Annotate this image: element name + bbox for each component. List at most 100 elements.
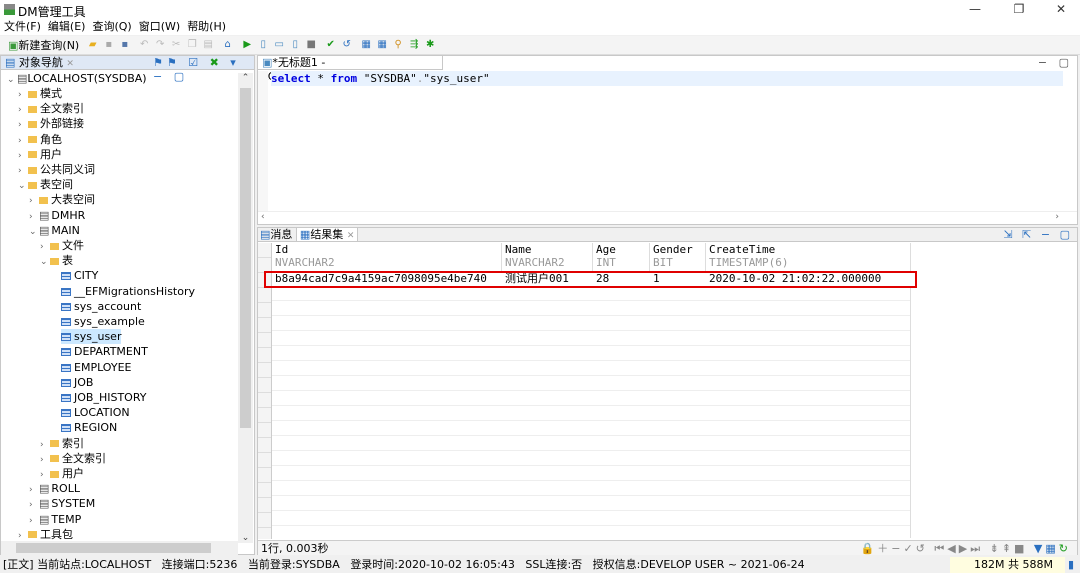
debug-icon[interactable]: ⇶ — [408, 39, 420, 51]
save-all-icon[interactable]: ▪ — [119, 39, 131, 51]
menu-help[interactable]: 帮助(H) — [187, 19, 226, 35]
tree-item[interactable]: › 索引 — [40, 436, 84, 451]
tree-item[interactable]: › 用户 — [40, 466, 84, 481]
tree-item[interactable]: sys_user — [61, 329, 122, 345]
table-icon — [61, 409, 71, 418]
run-file-icon[interactable]: ▯ — [289, 39, 301, 51]
find-icon[interactable]: ⚲ — [392, 39, 404, 51]
close-tab-icon[interactable]: ✕ — [66, 59, 74, 69]
format-icon[interactable]: ▦ — [360, 39, 372, 51]
grid-nav-actions[interactable]: 🔒＋−✓↺ ⏮◀▶⏭ ⇟⇞■ ▼▦↻ — [861, 541, 1071, 556]
folder-icon — [28, 90, 37, 98]
tree-root[interactable]: ⌄ ▤LOCALHOST(SYSDBA) — [7, 71, 147, 86]
tree-item[interactable]: › 角色 — [18, 132, 62, 147]
tree-item[interactable]: › 全文索引 — [40, 451, 106, 466]
tree-item-label: LOCATION — [74, 406, 130, 420]
grid-icon[interactable]: ▦ — [376, 39, 388, 51]
commit-icon[interactable]: ✔ — [325, 39, 337, 51]
redo-icon[interactable]: ↷ — [154, 39, 166, 51]
menu-file[interactable]: 文件(F) — [4, 19, 41, 35]
rollback-icon[interactable]: ↺ — [341, 39, 353, 51]
expand-arrow-icon[interactable]: ⌄ — [7, 73, 17, 88]
tree-item[interactable]: › ▤ DMHR — [29, 208, 85, 223]
maximize-button[interactable]: ❐ — [1004, 2, 1034, 18]
menu-query[interactable]: 查询(Q) — [92, 19, 131, 35]
tree-item[interactable]: DEPARTMENT — [61, 344, 148, 359]
undo-icon[interactable]: ↶ — [138, 39, 150, 51]
open-icon[interactable]: ▰ — [87, 39, 99, 51]
cut-icon[interactable]: ✂ — [170, 39, 182, 51]
copy-icon[interactable]: ❐ — [186, 39, 198, 51]
tree-item[interactable]: › 全文索引 — [18, 101, 84, 116]
editor-tab[interactable]: ▣*无标题1 - LOCALHOST(SYSDBA) ✕ — [258, 56, 443, 83]
tree-item[interactable]: sys_example — [61, 314, 145, 329]
tree-item[interactable]: ⌄ ▤ MAIN — [29, 223, 80, 238]
tree-item[interactable]: EMPLOYEE — [61, 360, 132, 375]
sql-file-icon: ▣ — [262, 56, 273, 69]
tree-item[interactable]: › 文件 — [40, 238, 84, 253]
editor-hscrollbar[interactable]: ‹ › — [258, 211, 1077, 224]
tree-item[interactable]: › ▤ SYSTEM — [29, 496, 95, 511]
home-icon[interactable]: ⌂ — [222, 39, 234, 51]
scroll-up-icon[interactable]: ⌃ — [238, 73, 253, 83]
tree-item[interactable]: › 用户 — [18, 147, 62, 162]
collapse-arrow-icon[interactable]: ⌄ — [18, 179, 28, 194]
collapse-arrow-icon[interactable]: ⌄ — [29, 225, 39, 240]
editor-min-max[interactable]: − ▢ — [1038, 56, 1073, 69]
column-type: TIMESTAMP(6) — [709, 256, 789, 269]
column-header-id[interactable]: Id NVARCHAR2 — [272, 243, 502, 271]
hscroll-thumb[interactable] — [16, 543, 211, 553]
editor-gutter — [258, 71, 268, 211]
results-panel: ▤消息 ▦结果集 ✕ ⇲ ⇱ − ▢ Id NVARCHAR2 b8a94cad7c… — [257, 227, 1078, 555]
tree-item[interactable]: › 外部链接 — [18, 116, 84, 131]
tree-item[interactable]: JOB_HISTORY — [61, 390, 146, 405]
table-icon — [61, 424, 71, 433]
tree-item[interactable]: ⌄ 表 — [40, 253, 73, 268]
menu-window[interactable]: 窗口(W) — [139, 19, 180, 35]
stop-icon[interactable]: ■ — [305, 39, 317, 51]
tree-item[interactable]: › 模式 — [18, 86, 62, 101]
column-header-gender[interactable]: Gender BIT — [650, 243, 706, 271]
tree-item[interactable]: JOB — [61, 375, 93, 390]
tree-horizontal-scrollbar[interactable] — [1, 541, 238, 555]
tree-item[interactable]: __EFMigrationsHistory — [61, 284, 195, 299]
tree-item[interactable]: sys_account — [61, 299, 141, 314]
tree-item[interactable]: › 公共同义词 — [18, 162, 95, 177]
tree-vertical-scrollbar[interactable]: ⌃ ⌄ — [238, 73, 253, 543]
save-icon[interactable]: ▪ — [103, 39, 115, 51]
tree-item[interactable]: › 大表空间 — [29, 192, 95, 207]
tree-item[interactable]: CITY — [61, 268, 98, 283]
tree-item[interactable]: › 工具包 — [18, 527, 73, 542]
collapse-arrow-icon[interactable]: ⌄ — [40, 255, 50, 270]
tree-item-label: SYSTEM — [51, 497, 96, 511]
column-header-age[interactable]: Age INT — [593, 243, 650, 271]
explain-icon[interactable]: ▭ — [273, 39, 285, 51]
paste-icon[interactable]: ▤ — [202, 39, 214, 51]
tree-item[interactable]: › ▤ ROLL — [29, 481, 80, 496]
scroll-down-icon[interactable]: ⌄ — [238, 533, 253, 543]
navigator-tab[interactable]: ▤ 对象导航 ✕ ⚑⚑ ☑ ✖ ▾ − ▢ — [1, 56, 254, 83]
column-type: BIT — [653, 256, 673, 269]
run-script-icon[interactable]: ▯ — [257, 39, 269, 51]
tree-item[interactable]: REGION — [61, 420, 117, 435]
close-button[interactable]: ✕ — [1046, 2, 1076, 18]
scrollbar-thumb[interactable] — [240, 88, 251, 428]
run-icon[interactable]: ▶ — [241, 39, 253, 51]
tree-item-label: 用户 — [40, 147, 62, 161]
folder-icon — [39, 196, 48, 204]
bug-icon[interactable]: ✱ — [424, 39, 436, 51]
sql-text[interactable]: select * from "SYSDBA"."sys_user" — [271, 71, 1063, 86]
new-query-button[interactable]: ▣新建查询(N) — [8, 39, 79, 52]
result-status: 1行, 0.003秒 🔒＋−✓↺ ⏮◀▶⏭ ⇟⇞■ ▼▦↻ — [258, 540, 1077, 555]
gc-trash-icon[interactable]: ▮ — [1068, 557, 1074, 573]
minimize-button[interactable]: — — [960, 2, 990, 18]
tree-item[interactable]: ⌄ 表空间 — [18, 177, 73, 192]
column-name: CreateTime — [709, 243, 776, 256]
menu-edit[interactable]: 编辑(E) — [48, 19, 86, 35]
column-header-name[interactable]: Name NVARCHAR2 — [502, 243, 593, 271]
table-icon — [61, 363, 71, 372]
tree-item[interactable]: LOCATION — [61, 405, 130, 420]
column-header-createtime[interactable]: CreateTime TIMESTAMP(6) — [706, 243, 911, 271]
tree-item-label: 全文索引 — [40, 102, 84, 116]
tree-item[interactable]: › ▤ TEMP — [29, 512, 81, 527]
